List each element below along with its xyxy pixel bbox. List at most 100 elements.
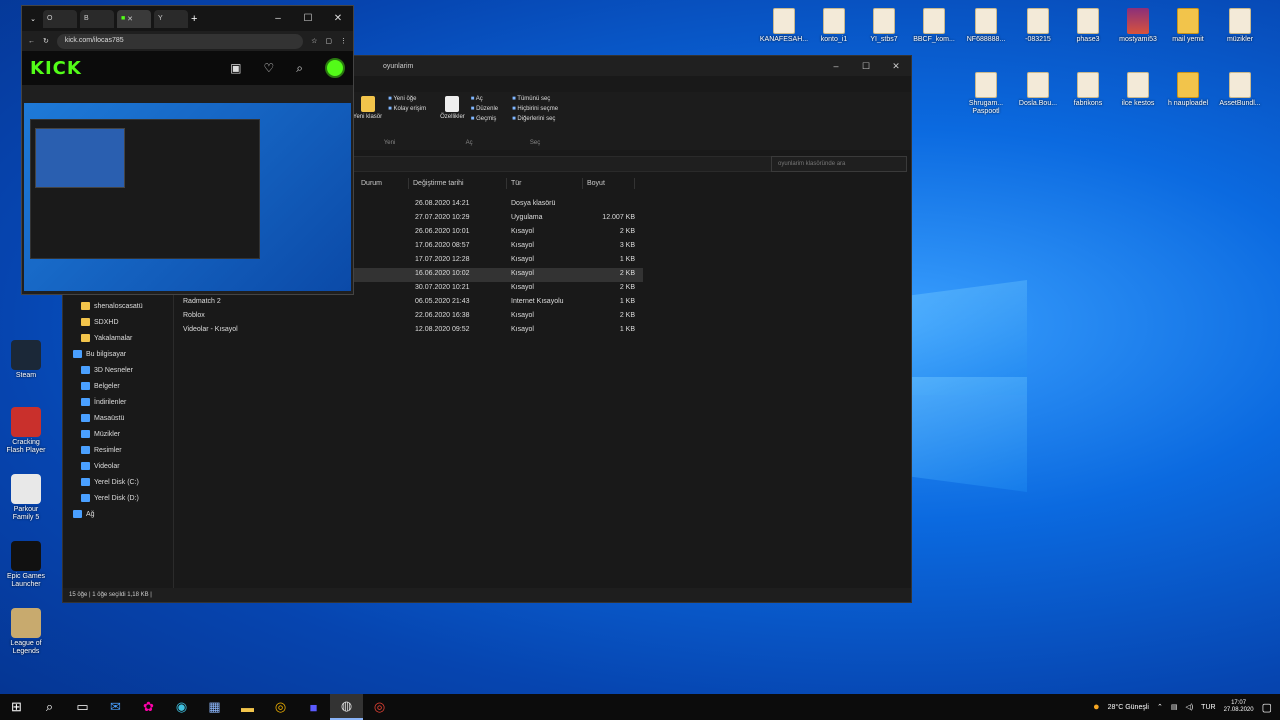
- notification-icon[interactable]: ▢: [1262, 701, 1272, 714]
- nav-item[interactable]: Resimler: [73, 442, 143, 458]
- search-input[interactable]: oyunlarim klasöründe ara: [771, 156, 907, 172]
- select-none-button[interactable]: Hiçbirini seçme: [512, 106, 558, 112]
- desktop-icon[interactable]: -083215: [1012, 8, 1064, 44]
- table-row[interactable]: Radmatch 2 06.05.2020 21:43 Internet Kısay…: [183, 296, 643, 310]
- search-icon[interactable]: ⌕: [296, 61, 303, 76]
- nav-item[interactable]: Müzikler: [73, 426, 143, 442]
- address-bar[interactable]: [353, 156, 813, 172]
- new-item-button[interactable]: Yeni öğe: [388, 96, 426, 102]
- weather-icon[interactable]: ●: [1093, 701, 1100, 713]
- explorer-icon[interactable]: ▬: [231, 694, 264, 720]
- desktop-icon[interactable]: h nauploadel: [1162, 72, 1214, 108]
- close-button[interactable]: ✕: [881, 61, 911, 72]
- desktop-icon[interactable]: Parkour Family 5: [4, 474, 48, 521]
- chevron-up-icon[interactable]: ⌃: [1157, 703, 1163, 711]
- browser-close-button[interactable]: ✕: [323, 13, 353, 24]
- nav-item[interactable]: SDXHD: [73, 314, 143, 330]
- app-icon[interactable]: ■: [297, 694, 330, 720]
- avatar[interactable]: [325, 58, 345, 78]
- column-type[interactable]: Tür: [507, 178, 583, 189]
- easy-access-button[interactable]: Kolay erişim: [388, 106, 426, 112]
- tab-search-icon[interactable]: ⌄: [26, 15, 40, 23]
- browser-maximize-button[interactable]: ☐: [293, 13, 323, 24]
- desktop-icon[interactable]: KANAFESAH...: [758, 8, 810, 44]
- heart-icon[interactable]: ♡: [264, 61, 275, 75]
- desktop-icon[interactable]: mostyami53: [1112, 8, 1164, 44]
- clips-icon[interactable]: ▣: [230, 61, 241, 75]
- edge-icon[interactable]: ◉: [165, 694, 198, 720]
- language-indicator[interactable]: TUR: [1201, 704, 1215, 711]
- nav-item[interactable]: İndirilenler: [73, 394, 143, 410]
- stream-video[interactable]: [24, 103, 351, 291]
- edit-button[interactable]: Düzenle: [471, 106, 498, 112]
- open-button[interactable]: Aç: [471, 96, 498, 102]
- store-icon[interactable]: ▦: [198, 694, 231, 720]
- star-icon[interactable]: ☆: [311, 37, 317, 45]
- nav-item[interactable]: 3D Nesneler: [73, 362, 143, 378]
- desktop-icon[interactable]: phase3: [1062, 8, 1114, 44]
- obs-icon[interactable]: ◍: [330, 694, 363, 720]
- properties-button[interactable]: Özellikler: [440, 96, 465, 122]
- table-row[interactable]: Roblox 22.06.2020 16:38 Kısayol 2 KB: [183, 310, 643, 324]
- browser-window[interactable]: ⌄ O B ■ ✕ Y + – ☐ ✕ ← ↻ kick.com/ilocas7…: [21, 5, 354, 295]
- nav-item[interactable]: Yerel Disk (D:): [73, 490, 143, 506]
- desktop-icon[interactable]: fabrikons: [1062, 72, 1114, 108]
- desktop-icon[interactable]: AssetBundl...: [1214, 72, 1266, 108]
- desktop-icon[interactable]: Dosla.Bou...: [1012, 72, 1064, 108]
- maximize-button[interactable]: ☐: [851, 61, 881, 72]
- status-bar: 15 öğe | 1 öğe seçildi 1,18 KB |: [63, 588, 911, 602]
- extensions-icon[interactable]: ▢: [325, 37, 332, 45]
- desktop-icon[interactable]: Shrugam... Paspootl: [960, 72, 1012, 115]
- nav-item[interactable]: Yakalamalar: [73, 330, 143, 346]
- desktop-icon[interactable]: YI_stbs7: [858, 8, 910, 44]
- menu-icon[interactable]: ⋮: [340, 37, 347, 45]
- minimize-button[interactable]: –: [821, 61, 851, 72]
- url-input[interactable]: kick.com/ilocas785: [56, 33, 304, 49]
- column-date[interactable]: Değiştirme tarihi: [409, 178, 507, 189]
- settings-icon[interactable]: ✿: [132, 694, 165, 720]
- desktop-icon[interactable]: ilce kestos: [1112, 72, 1164, 108]
- network-icon[interactable]: ▤: [1171, 703, 1178, 711]
- desktop-icon[interactable]: müzikler: [1214, 8, 1266, 44]
- nav-item[interactable]: Ağ: [73, 506, 143, 522]
- chrome-icon[interactable]: ◎: [264, 694, 297, 720]
- chrome-2-icon[interactable]: ◎: [363, 694, 396, 720]
- desktop-icon[interactable]: Steam: [4, 340, 48, 380]
- desktop-icon[interactable]: Cracking Flash Player: [4, 407, 48, 454]
- column-size[interactable]: Boyut: [583, 178, 635, 189]
- desktop-icon[interactable]: League of Legends: [4, 608, 48, 655]
- desktop-icon[interactable]: Epic Games Launcher: [4, 541, 48, 588]
- back-icon[interactable]: ←: [28, 38, 35, 45]
- reload-icon[interactable]: ↻: [43, 37, 49, 45]
- start-button[interactable]: ⊞: [0, 694, 33, 720]
- kick-logo[interactable]: KICK: [30, 58, 82, 79]
- browser-minimize-button[interactable]: –: [263, 13, 293, 24]
- weather-text[interactable]: 28°C Güneşli: [1108, 704, 1149, 711]
- tab-3[interactable]: Y: [154, 9, 188, 28]
- tab-kick[interactable]: ■ ✕: [117, 9, 151, 28]
- clock[interactable]: 17:07 27.08.2020: [1224, 700, 1254, 714]
- select-all-button[interactable]: Tümünü seç: [512, 96, 558, 102]
- desktop-icon[interactable]: BBCF_kom...: [908, 8, 960, 44]
- nav-item[interactable]: Bu bilgisayar: [73, 346, 143, 362]
- tab-1[interactable]: O: [43, 9, 77, 28]
- table-row[interactable]: Videolar - Kısayol 12.08.2020 09:52 Kısayo…: [183, 324, 643, 338]
- nav-item[interactable]: Yerel Disk (C:): [73, 474, 143, 490]
- nav-item[interactable]: Videolar: [73, 458, 143, 474]
- search-icon[interactable]: ⌕: [33, 694, 66, 720]
- invert-selection-button[interactable]: Diğerlerini seç: [512, 116, 558, 122]
- desktop-icon[interactable]: mail yemit: [1162, 8, 1214, 44]
- history-button[interactable]: Geçmiş: [471, 116, 498, 122]
- volume-icon[interactable]: ◁): [1185, 703, 1193, 711]
- nav-item[interactable]: Belgeler: [73, 378, 143, 394]
- desktop-icon[interactable]: NF688888...: [960, 8, 1012, 44]
- desktop-icon[interactable]: konto_i1: [808, 8, 860, 44]
- column-status[interactable]: Durum: [357, 178, 409, 189]
- tab-2[interactable]: B: [80, 9, 114, 28]
- task-view-icon[interactable]: ▭: [66, 694, 99, 720]
- nav-item[interactable]: shenaloscasatü: [73, 298, 143, 314]
- mail-icon[interactable]: ✉: [99, 694, 132, 720]
- new-tab-button[interactable]: +: [191, 13, 197, 25]
- new-folder-button[interactable]: Yeni klasör: [353, 96, 382, 120]
- nav-item[interactable]: Masaüstü: [73, 410, 143, 426]
